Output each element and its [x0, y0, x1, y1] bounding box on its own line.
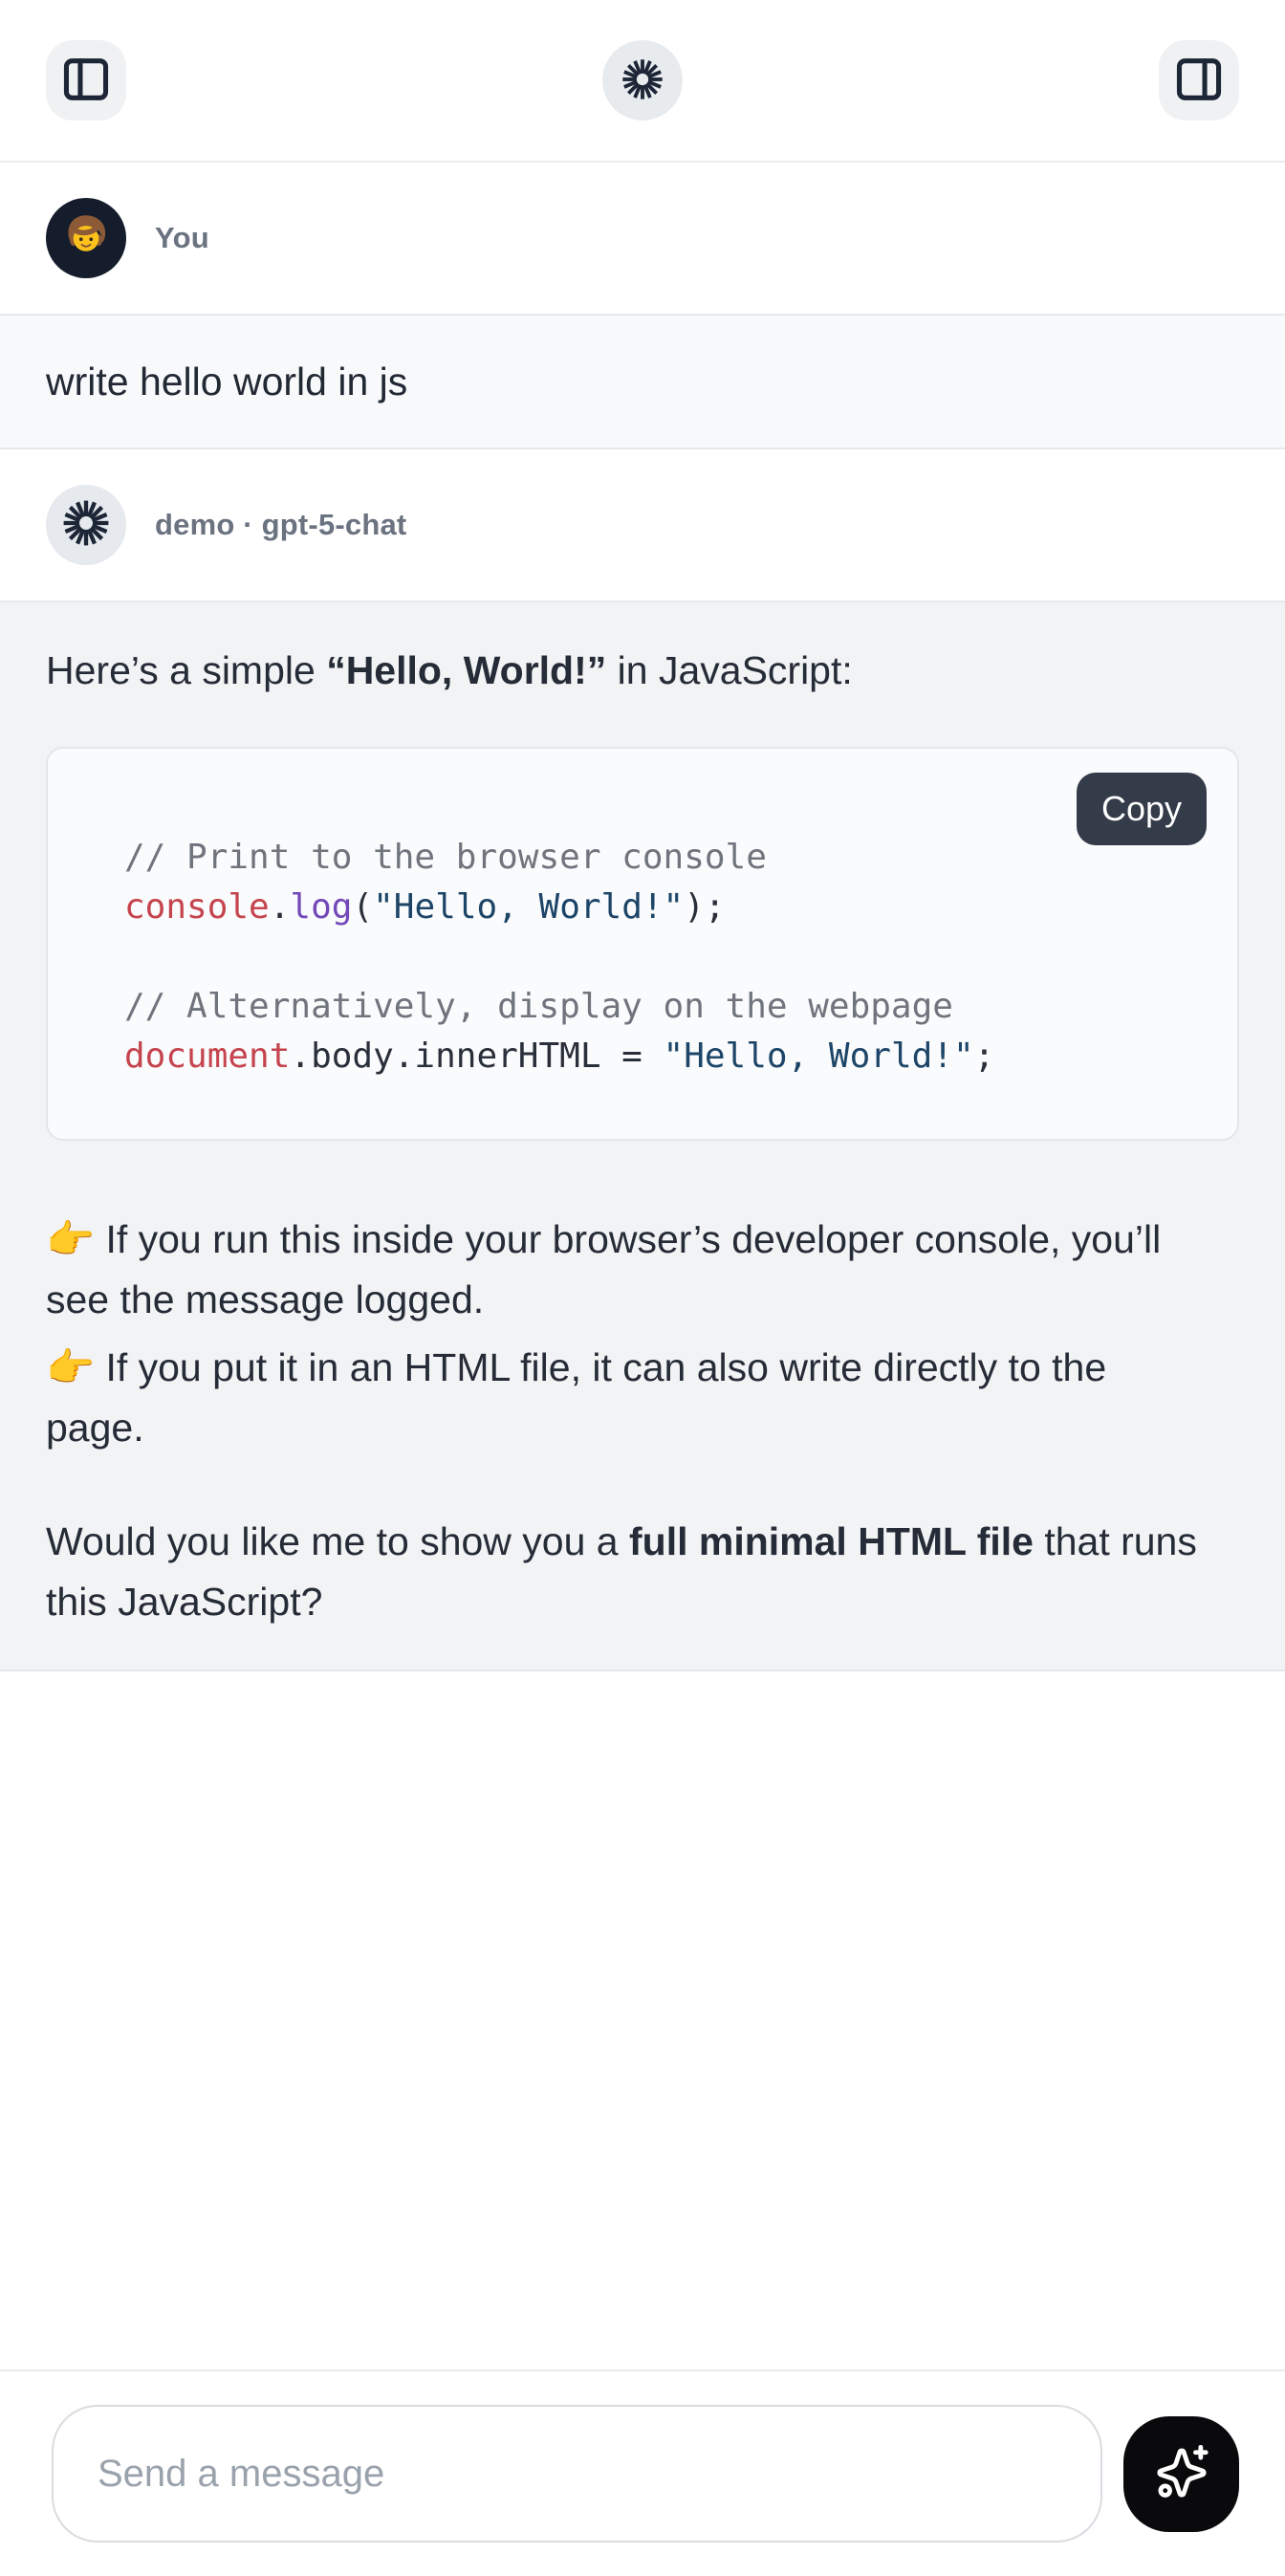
assistant-sender-label: demo · gpt-5-chat [155, 508, 406, 542]
assistant-avatar [46, 485, 126, 565]
user-message-bubble: write hello world in js [0, 314, 1285, 449]
panel-left-icon [58, 52, 114, 110]
code-content: // Print to the browser consoleconsole.l… [124, 833, 1161, 1081]
sparkles-icon [1149, 2440, 1214, 2508]
code-line: // Alternatively, display on the webpage [124, 982, 1161, 1032]
user-message-text: write hello world in js [46, 360, 407, 404]
code-line: // Print to the browser console [124, 833, 1161, 883]
user-message-header: You [0, 163, 1285, 314]
person-emoji-icon [58, 208, 114, 269]
assistant-question-paragraph: Would you like me to show you a full min… [46, 1512, 1239, 1632]
message-input[interactable] [52, 2405, 1102, 2543]
assistant-note-2: 👉 If you put it in an HTML file, it can … [46, 1338, 1239, 1458]
model-spinner-button[interactable] [602, 40, 683, 120]
code-line: console.log("Hello, World!"); [124, 883, 1161, 932]
top-bar [0, 0, 1285, 163]
assistant-note-1: 👉 If you run this inside your browser’s … [46, 1210, 1239, 1330]
starburst-icon [621, 57, 664, 104]
send-button[interactable] [1123, 2416, 1239, 2532]
assistant-intro-paragraph: Here’s a simple “Hello, World!” in JavaS… [46, 641, 1239, 701]
code-line [124, 932, 1161, 982]
user-sender-label: You [155, 221, 209, 255]
composer-bar [0, 2369, 1285, 2576]
code-block: Copy // Print to the browser consolecons… [46, 747, 1239, 1141]
starburst-icon [61, 498, 111, 553]
panel-right-icon [1171, 52, 1227, 110]
copy-code-button[interactable]: Copy [1077, 773, 1207, 845]
chat-app: You write hello world in js demo · gpt-5… [0, 0, 1285, 2576]
user-avatar [46, 198, 126, 278]
assistant-message-header: demo · gpt-5-chat [0, 449, 1285, 600]
code-line: document.body.innerHTML = "Hello, World!… [124, 1032, 1161, 1081]
assistant-message-bubble: Here’s a simple “Hello, World!” in JavaS… [0, 600, 1285, 1671]
sidebar-left-toggle-button[interactable] [46, 40, 126, 120]
sidebar-right-toggle-button[interactable] [1159, 40, 1239, 120]
